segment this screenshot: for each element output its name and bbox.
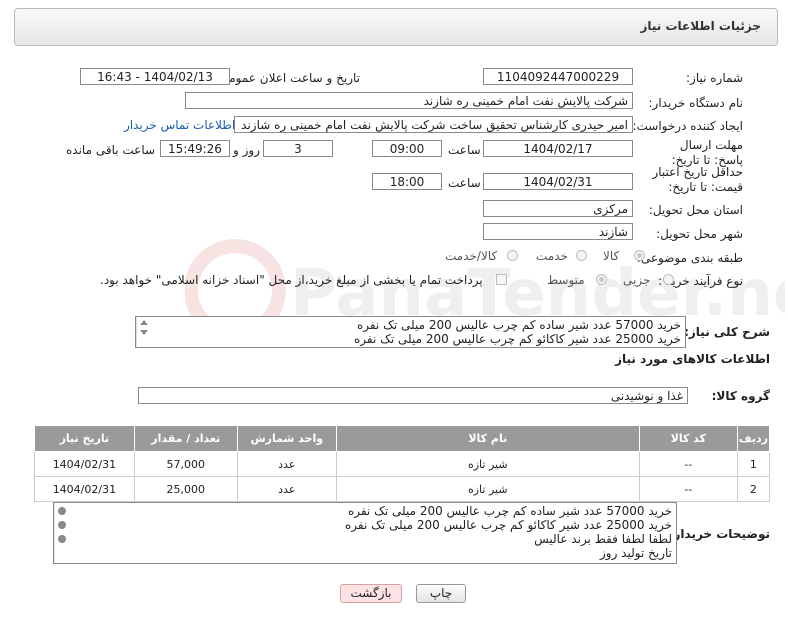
buyer-notes-line-3: لطفا لطفا فقط برند عالیس (534, 532, 672, 546)
item-need-date: 1404/02/31 (34, 476, 135, 502)
goods-table: ردیف کد کالا نام کالا واحد شمارش تعداد /… (34, 425, 771, 502)
item-quantity: 25,000 (133, 476, 238, 502)
category-radio-both[interactable] (507, 250, 518, 261)
table-row[interactable]: 1 -- شیر تازه عدد 57,000 1404/02/31 (34, 451, 771, 477)
creator-label: ایجاد کننده درخواست: (632, 119, 743, 133)
price-time-field: 18:00 (372, 173, 442, 190)
announce-field: 1404/02/13 - 16:43 (80, 68, 230, 85)
item-need-date: 1404/02/31 (34, 451, 135, 477)
item-name: شیر تازه (335, 451, 640, 477)
process-option-medium: متوسط (547, 273, 585, 287)
price-time-label: ساعت (448, 176, 481, 190)
scroll-arrows-icon (140, 320, 148, 335)
description-scrollbar[interactable] (136, 317, 151, 347)
city-field: شازند (483, 223, 633, 240)
need-number-field: 1104092447000229 (483, 68, 633, 85)
treasury-payment-checkbox[interactable] (496, 274, 507, 285)
creator-field: امیر حیدری کارشناس تحقیق ساخت شرکت پالای… (234, 116, 633, 133)
buyer-notes-line-2: خرید 25000 عدد شیر کاکائو کم چرب عالیس 2… (345, 518, 672, 532)
scroll-dots-icon (58, 507, 66, 543)
col-need-date: تاریخ نیاز (34, 425, 135, 452)
buyer-notes-scrollbar[interactable] (54, 503, 69, 563)
header-panel: جزئیات اطلاعات نیاز (14, 8, 778, 46)
category-radio-service[interactable] (576, 250, 587, 261)
col-item-name: نام کالا (335, 425, 640, 452)
print-button[interactable]: چاپ (416, 584, 466, 603)
item-unit: عدد (236, 451, 337, 477)
goods-table-header: ردیف کد کالا نام کالا واحد شمارش تعداد /… (34, 425, 771, 452)
description-label: شرح کلی نیاز: (684, 325, 770, 339)
buyer-org-field: شرکت پالایش نفت امام خمینی ره شازند (185, 92, 633, 109)
need-number-label: شماره نیاز: (686, 71, 743, 85)
process-radio-minor[interactable] (663, 274, 674, 285)
category-option-service: خدمت (536, 249, 568, 263)
remaining-time-field: 15:49:26 (160, 140, 230, 157)
category-option-goods: کالا (603, 249, 620, 263)
description-line-2: خرید 25000 عدد شیر کاکائو کم چرب عالیس 2… (354, 332, 681, 346)
treasury-payment-note: پرداخت تمام یا بخشی از مبلغ خرید،از محل … (100, 273, 483, 287)
item-code: -- (638, 476, 738, 502)
process-option-minor: جزیی (623, 273, 651, 287)
announce-label: تاریخ و ساعت اعلان عمومی: (215, 71, 360, 85)
goods-section-title: اطلاعات کالاهای مورد نیاز (615, 352, 770, 366)
remaining-label: ساعت باقی مانده (66, 143, 156, 157)
col-row-number: ردیف (736, 425, 771, 452)
price-validity-label: حداقل تاریخ اعتبار قیمت: تا تاریخ: (652, 165, 743, 194)
buyer-notes-textarea[interactable]: خرید 57000 عدد شیر ساده کم چرب عالیس 200… (53, 502, 677, 564)
price-date-field: 1404/02/31 (483, 173, 633, 190)
city-label: شهر محل تحویل: (656, 227, 743, 241)
back-button[interactable]: بازگشت (340, 584, 402, 603)
reply-time-label: ساعت (448, 143, 481, 157)
item-name: شیر تازه (335, 476, 640, 502)
goods-group-field: غذا و نوشیدنی (138, 387, 688, 404)
row-number: 2 (736, 476, 771, 502)
category-label: طبقه بندی موضوعی: (636, 251, 743, 265)
description-line-1: خرید 57000 عدد شیر ساده کم چرب عالیس 200… (356, 318, 681, 332)
col-unit: واحد شمارش (236, 425, 337, 452)
process-radio-medium[interactable] (596, 274, 607, 285)
buyer-notes-line-1: خرید 57000 عدد شیر ساده کم چرب عالیس 200… (347, 504, 672, 518)
reply-deadline-label: مهلت ارسال پاسخ: تا تاریخ: (671, 138, 743, 167)
category-radio-goods[interactable] (634, 250, 645, 261)
province-field: مرکزی (483, 200, 633, 217)
buyer-notes-label: توضیحات خریدار: (668, 527, 770, 541)
category-option-both: کالا/خدمت (445, 249, 498, 263)
description-textarea[interactable]: خرید 57000 عدد شیر ساده کم چرب عالیس 200… (135, 316, 686, 348)
col-quantity: تعداد / مقدار (133, 425, 238, 452)
buyer-org-label: نام دستگاه خریدار: (648, 96, 744, 110)
item-quantity: 57,000 (133, 451, 238, 477)
page-title: جزئیات اطلاعات نیاز (640, 19, 761, 33)
item-unit: عدد (236, 476, 337, 502)
item-code: -- (638, 451, 738, 477)
buyer-notes-line-4: تاریخ تولید روز (599, 546, 672, 560)
buyer-contact-link[interactable]: اطلاعات تماس خریدار (124, 118, 235, 132)
table-row[interactable]: 2 -- شیر تازه عدد 25,000 1404/02/31 (34, 476, 771, 502)
row-number: 1 (736, 451, 771, 477)
days-label: روز و (233, 143, 260, 157)
goods-group-label: گروه کالا: (711, 389, 770, 403)
province-label: استان محل تحویل: (648, 203, 743, 217)
reply-time-field: 09:00 (372, 140, 442, 157)
days-field: 3 (263, 140, 333, 157)
reply-date-field: 1404/02/17 (483, 140, 633, 157)
col-item-code: کد کالا (638, 425, 738, 452)
